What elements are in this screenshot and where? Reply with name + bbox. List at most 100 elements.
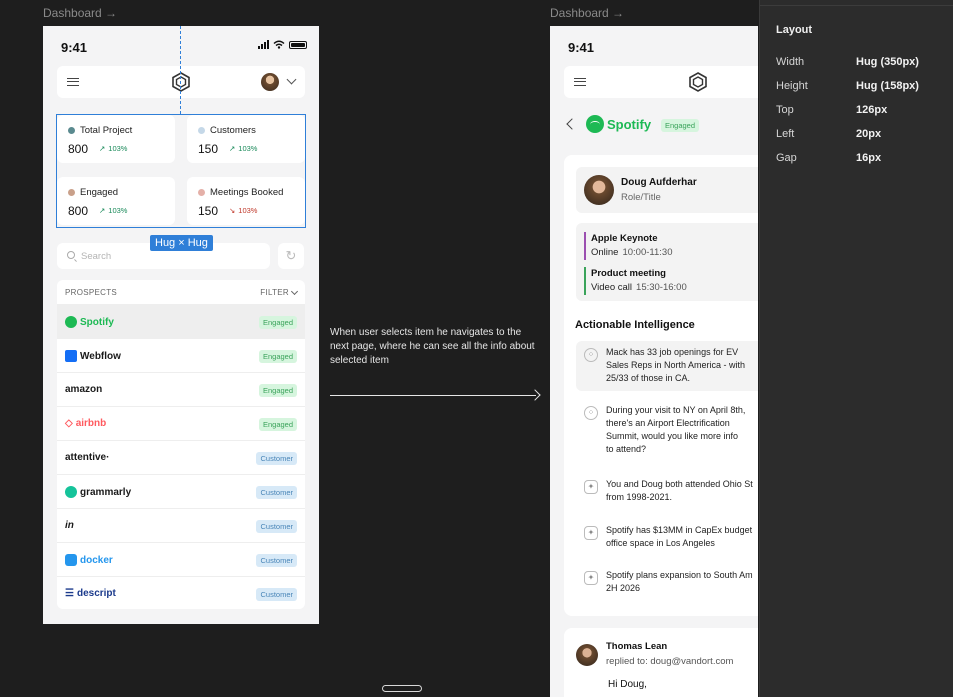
meeting-title: Product meeting [591, 268, 666, 279]
trend-up-icon: ↗ [229, 144, 236, 153]
app-logo-icon[interactable] [688, 72, 708, 92]
prop-value-height[interactable]: Hug (158px) [856, 80, 919, 92]
list-item[interactable]: Webflow Engaged [57, 338, 305, 372]
stat-total-project[interactable]: Total Project 800 ↗ 103% [57, 115, 175, 163]
stat-value: 800 [68, 204, 89, 218]
chevron-down-icon[interactable] [286, 74, 297, 85]
prospect-name: attentive· [65, 452, 110, 463]
section-title: Actionable Intelligence [575, 319, 695, 331]
stat-value: 800 [68, 142, 89, 156]
list-item[interactable]: ☰ descript Customer [57, 576, 305, 609]
email-sender: Thomas Lean [606, 641, 668, 652]
meeting-time: 10:00-11:30 [622, 247, 673, 258]
frame-label-dashboard-detail[interactable]: Dashboard → [550, 6, 624, 20]
top-bar [564, 66, 758, 98]
trend-up-icon: ↗ [99, 206, 106, 215]
sparkle-icon: ✦ [584, 571, 598, 585]
stat-trend: 103% [108, 144, 128, 153]
prospect-name: docker [80, 554, 113, 566]
prop-value-left[interactable]: 20px [856, 128, 881, 140]
divider [760, 5, 953, 6]
refresh-button[interactable]: ↻ [278, 243, 304, 269]
insight-line: 25/33 of those in CA. [606, 373, 691, 383]
insight-item[interactable]: ✦ Spotify has $13MM in CapEx budget offi… [576, 519, 758, 555]
stat-label: Engaged [80, 187, 119, 198]
list-item[interactable]: in Customer [57, 508, 305, 542]
prop-label-top: Top [776, 104, 794, 116]
app-logo-icon[interactable] [171, 72, 191, 92]
email-replied: replied to: doug@vandort.com [606, 656, 734, 667]
status-badge: Engaged [258, 316, 297, 329]
signal-icon [258, 40, 269, 49]
status-badge: Engaged [661, 119, 700, 132]
list-item[interactable]: docker Customer [57, 542, 305, 576]
grammarly-logo-icon [65, 486, 77, 498]
insight-line: Summit, would you like more info [606, 431, 739, 441]
stat-customers[interactable]: Customers 150 ↗ 103% [187, 115, 305, 163]
flow-arrow [330, 395, 536, 396]
list-item[interactable]: Spotify Engaged [57, 304, 305, 338]
dot-icon [198, 189, 205, 196]
list-item[interactable]: grammarly Customer [57, 474, 305, 508]
email-card[interactable]: Thomas Lean replied to: doug@vandort.com… [564, 628, 758, 697]
prospect-name: grammarly [80, 486, 132, 498]
webflow-logo-icon [65, 350, 77, 362]
prospects-list: PROSPECTS FILTER Spotify Engaged Webflow… [57, 280, 305, 609]
brand-logo: Spotify [586, 115, 651, 133]
refresh-icon: ↻ [285, 248, 297, 263]
list-item[interactable]: amazon Engaged [57, 372, 305, 406]
dot-icon [198, 127, 205, 134]
menu-icon[interactable] [574, 78, 586, 86]
home-indicator [382, 685, 422, 692]
status-icons [258, 40, 307, 49]
back-icon[interactable] [566, 118, 578, 130]
insight-line: office space in Los Angeles [606, 538, 715, 548]
status-badge: Engaged [258, 384, 297, 397]
email-greeting: Hi Doug, [608, 679, 647, 690]
stat-meetings-booked[interactable]: Meetings Booked 150 ↘ 103% [187, 177, 305, 225]
stat-label: Customers [210, 125, 256, 136]
prop-label-width: Width [776, 56, 805, 68]
prop-value-top[interactable]: 126px [856, 104, 887, 116]
stat-value: 150 [198, 142, 219, 156]
insight-line: Sales Reps in North America - with [606, 360, 746, 370]
status-time: 9:41 [61, 40, 88, 55]
prop-value-gap[interactable]: 16px [856, 152, 881, 164]
arrow-right-icon [529, 389, 541, 401]
status-badge: Engaged [258, 350, 297, 363]
trend-up-icon: ↗ [99, 144, 106, 153]
prospect-name: Webflow [80, 350, 121, 362]
insight-item[interactable]: ✦ You and Doug both attended Ohio St fro… [576, 473, 758, 509]
stat-trend: 103% [108, 206, 128, 215]
frame-label-dashboard[interactable]: Dashboard → [43, 6, 117, 20]
meeting-title: Apple Keynote [591, 233, 658, 244]
list-item[interactable]: attentive· Customer [57, 440, 305, 474]
insight-item[interactable]: ✦ Spotify plans expansion to South Am 2H… [576, 564, 758, 600]
insight-item[interactable]: ⁘ Mack has 33 job openings for EV Sales … [576, 341, 758, 391]
insight-line: You and Doug both attended Ohio St [606, 479, 753, 489]
brand-name: Spotify [607, 116, 652, 132]
insight-item[interactable]: ⁘ During your visit to NY on April 8th, … [576, 399, 758, 461]
prop-value-width[interactable]: Hug (350px) [856, 56, 919, 68]
insight-line: Mack has 33 job openings for EV [606, 347, 739, 357]
meeting-item[interactable]: Apple Keynote Online 10:00-11:30 [584, 232, 672, 260]
insight-line: there's an Airport Electrification [606, 418, 730, 428]
avatar[interactable] [261, 73, 279, 91]
filter-label: FILTER [260, 288, 289, 297]
contact-name: Doug Aufderhar [621, 177, 697, 188]
status-badge: Customer [256, 486, 297, 499]
battery-icon [289, 40, 307, 49]
insight-line: Spotify has $13MM in CapEx budget [606, 525, 753, 535]
filter-button[interactable]: FILTER [260, 287, 299, 297]
prospect-name: amazon [65, 384, 103, 395]
prop-label-gap: Gap [776, 152, 797, 164]
chevron-down-icon [290, 287, 299, 295]
meeting-item[interactable]: Product meeting Video call 15:30-16:00 [584, 267, 687, 295]
list-item[interactable]: ◇ airbnb Engaged [57, 406, 305, 440]
prospect-name: in [65, 520, 74, 531]
menu-icon[interactable] [67, 78, 79, 86]
airbnb-logo-icon: ◇ [65, 418, 73, 429]
stat-engaged[interactable]: Engaged 800 ↗ 103% [57, 177, 175, 225]
contact-card[interactable]: Doug Aufderhar Role/Title [576, 167, 758, 213]
flow-note: When user selects item he navigates to t… [330, 327, 535, 366]
